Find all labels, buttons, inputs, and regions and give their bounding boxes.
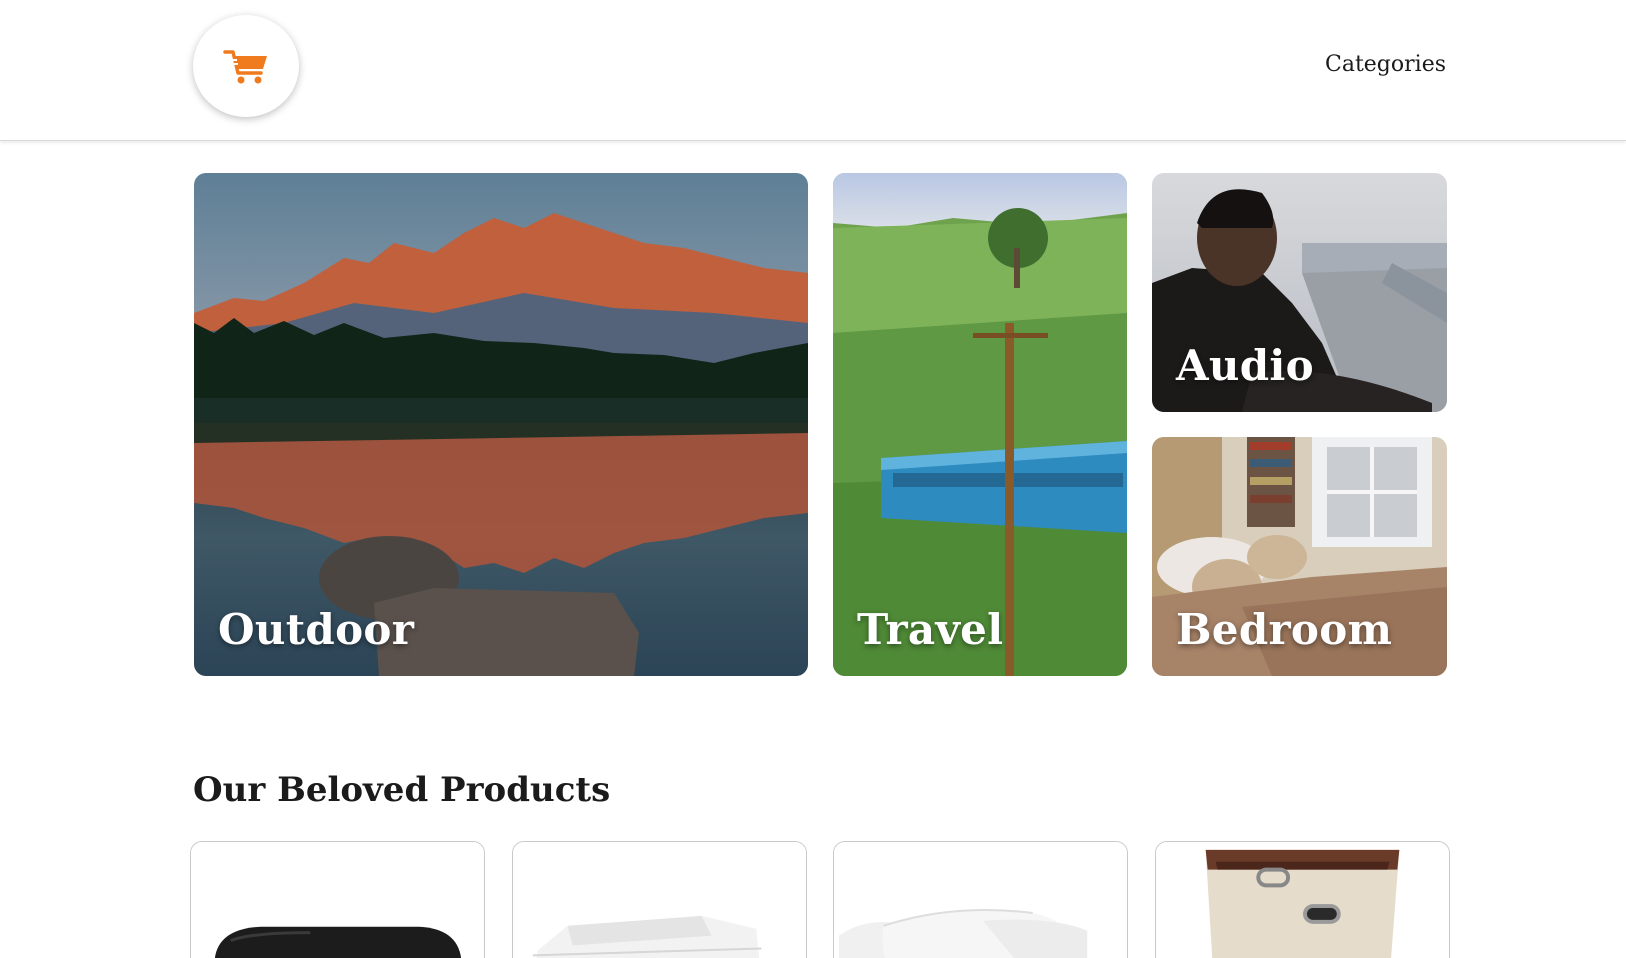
shopping-cart-icon — [223, 50, 267, 84]
outdoor-photo — [194, 173, 808, 676]
category-tile-audio[interactable]: Audio — [1152, 173, 1447, 412]
category-tile-travel[interactable]: Travel — [833, 173, 1127, 676]
category-label-outdoor: Outdoor — [218, 605, 415, 654]
white-sheets-photo — [513, 842, 806, 958]
storage-bin-photo — [1156, 842, 1449, 958]
logo-button[interactable] — [193, 15, 299, 117]
category-tile-outdoor[interactable]: Outdoor — [194, 173, 808, 676]
product-card[interactable] — [833, 841, 1128, 958]
black-cushion-photo — [191, 842, 484, 958]
nav-categories-link[interactable]: Categories — [1325, 52, 1446, 77]
product-card[interactable] — [512, 841, 807, 958]
white-pillows-photo — [834, 842, 1127, 958]
category-label-audio: Audio — [1176, 341, 1314, 390]
site-header: Categories — [0, 0, 1626, 141]
category-label-travel: Travel — [857, 605, 1004, 654]
category-label-bedroom: Bedroom — [1176, 605, 1393, 654]
products-section-title: Our Beloved Products — [193, 770, 611, 810]
travel-photo — [833, 173, 1127, 676]
product-card[interactable] — [1155, 841, 1450, 958]
category-tile-bedroom[interactable]: Bedroom — [1152, 437, 1447, 676]
product-card[interactable] — [190, 841, 485, 958]
